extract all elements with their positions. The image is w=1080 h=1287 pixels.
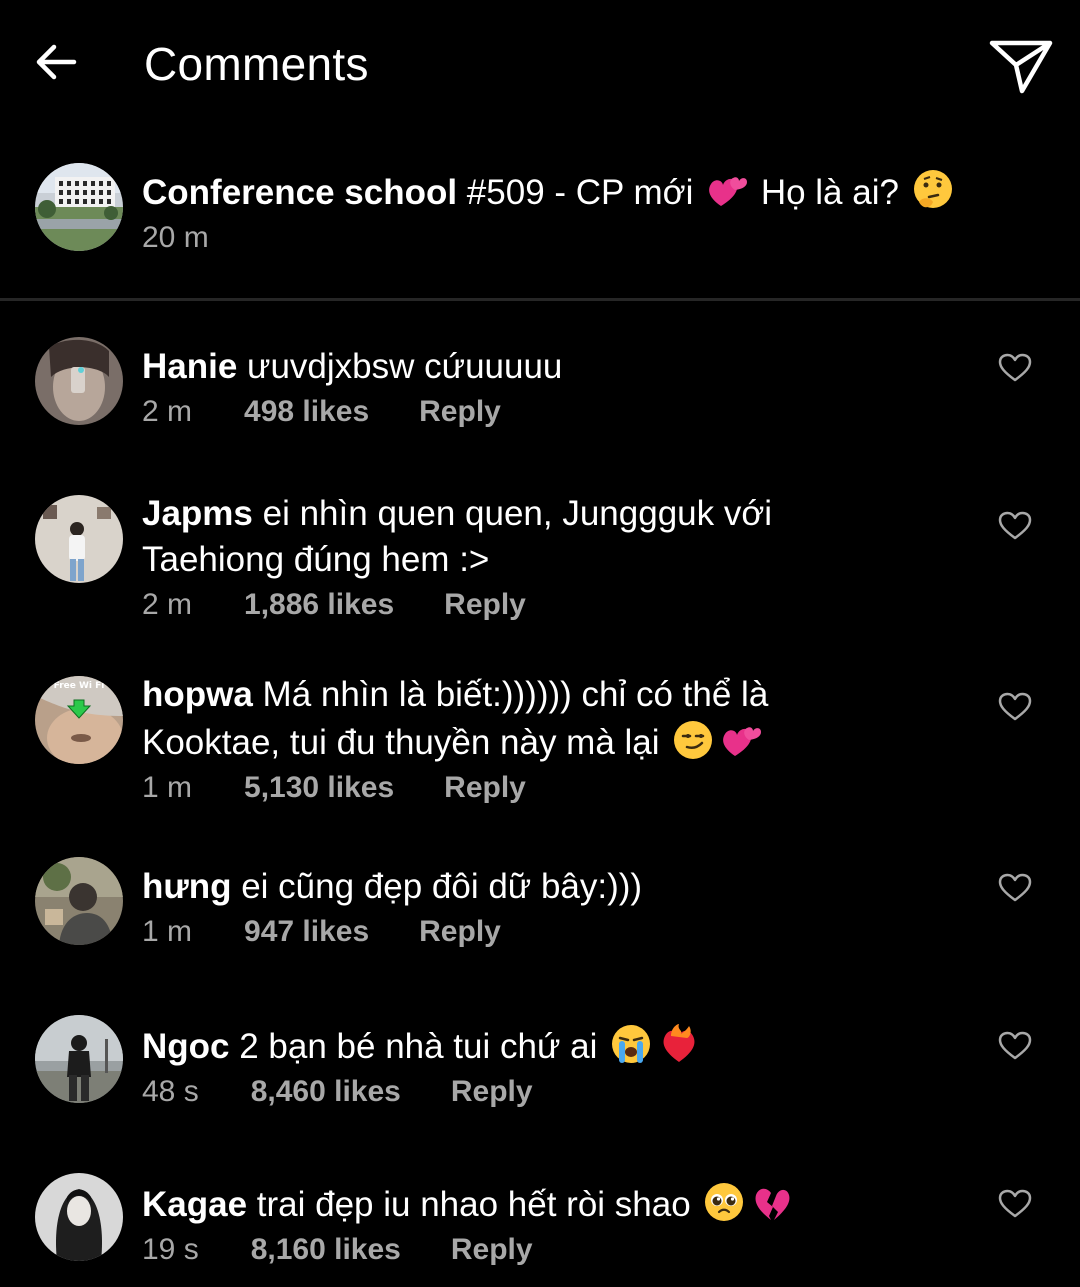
caption-text-part2: Họ là ai? — [751, 173, 909, 212]
heart-icon[interactable] — [998, 511, 1032, 541]
reply-button[interactable]: Reply — [444, 585, 526, 625]
loudly-crying-face-emoji — [612, 1025, 651, 1063]
comment-text: hưng ei cũng đẹp đôi dữ bây:))) — [142, 864, 972, 910]
reply-button[interactable]: Reply — [451, 1072, 533, 1112]
comment-body: 2 bạn bé nhà tui chứ ai — [229, 1027, 608, 1066]
comment-likes[interactable]: 947 likes — [244, 912, 369, 952]
comment-meta: 1 m 5,130 likes Reply — [142, 768, 972, 808]
two-hearts-emoji — [723, 727, 762, 756]
pleading-face-emoji — [705, 1183, 744, 1221]
comment-likes[interactable]: 1,886 likes — [244, 585, 394, 625]
comment-likes[interactable]: 8,460 likes — [251, 1072, 401, 1112]
comment-text: Kagae trai đẹp iu nhao hết ròi shao — [142, 1180, 972, 1228]
reply-button[interactable]: Reply — [419, 912, 501, 952]
thinking-face-emoji — [913, 170, 952, 208]
comment-text: Ngoc 2 bạn bé nhà tui chứ ai — [142, 1022, 972, 1070]
comment-meta: 19 s 8,160 likes Reply — [142, 1230, 972, 1270]
avatar[interactable] — [35, 1173, 123, 1261]
heart-icon[interactable] — [998, 1031, 1032, 1061]
comment-time: 19 s — [142, 1233, 199, 1266]
avatar[interactable] — [35, 337, 123, 425]
broken-heart-emoji — [755, 1188, 790, 1220]
avatar-text: Free Wi Fi — [54, 681, 105, 691]
comment-meta: 48 s 8,460 likes Reply — [142, 1072, 972, 1112]
caption-username[interactable]: Conference school — [142, 173, 457, 212]
paper-plane-icon — [989, 40, 1053, 94]
header-bar: Comments — [0, 0, 1080, 130]
comment-meta: 2 m 1,886 likes Reply — [142, 585, 972, 625]
avatar[interactable] — [35, 857, 123, 945]
arrow-left-icon — [36, 44, 77, 80]
comment-likes[interactable]: 5,130 likes — [244, 768, 394, 808]
caption-avatar[interactable] — [35, 163, 123, 251]
smirking-face-emoji — [674, 721, 713, 759]
caption-time: 20 m — [142, 221, 209, 254]
comment-meta: 1 m 947 likes Reply — [142, 912, 972, 952]
comment-username[interactable]: Japms — [142, 494, 253, 533]
comment-body: ei cũng đẹp đôi dữ bây:))) — [231, 867, 643, 906]
comment-likes[interactable]: 498 likes — [244, 392, 369, 432]
avatar[interactable] — [35, 1015, 123, 1103]
heart-icon[interactable] — [998, 692, 1032, 722]
comment-username[interactable]: hưng — [142, 867, 231, 906]
comment-text: Japms ei nhìn quen quen, Junggguk với Ta… — [142, 491, 972, 583]
comment-username[interactable]: Kagae — [142, 1185, 247, 1224]
caption-text-column: Conference school #509 - CP mới Họ là ai… — [142, 168, 972, 258]
caption-text: Conference school #509 - CP mới Họ là ai… — [142, 168, 972, 216]
comment-time: 2 m — [142, 588, 193, 621]
comment-text: hopwa Má nhìn là biết:)))))) chỉ có thể … — [142, 672, 972, 766]
caption-text-part1: #509 - CP mới — [457, 173, 704, 212]
reply-button[interactable]: Reply — [451, 1230, 533, 1270]
page-title: Comments — [144, 38, 369, 90]
comment-body: trai đẹp iu nhao hết ròi shao — [247, 1185, 701, 1224]
heart-icon[interactable] — [998, 873, 1032, 903]
comment-time: 1 m — [142, 771, 193, 804]
post-caption: Conference school #509 - CP mới Họ là ai… — [0, 160, 1080, 270]
comment-body: ưuvdjxbsw cứuuuuu — [237, 347, 563, 386]
two-hearts-emoji — [709, 177, 748, 206]
reply-button[interactable]: Reply — [419, 392, 501, 432]
comment-username[interactable]: hopwa — [142, 675, 253, 714]
comment-time: 1 m — [142, 915, 193, 948]
avatar[interactable]: Free Wi Fi — [35, 676, 123, 764]
back-button[interactable] — [28, 34, 84, 90]
reply-button[interactable]: Reply — [444, 768, 526, 808]
heart-icon[interactable] — [998, 353, 1032, 383]
share-button[interactable] — [984, 30, 1058, 100]
comment-time: 48 s — [142, 1075, 199, 1108]
caption-meta: 20 m — [142, 218, 972, 258]
comment-username[interactable]: Hanie — [142, 347, 237, 386]
comment-time: 2 m — [142, 395, 193, 428]
comment-username[interactable]: Ngoc — [142, 1027, 230, 1066]
avatar[interactable] — [35, 495, 123, 583]
heart-icon[interactable] — [998, 1189, 1032, 1219]
divider — [0, 298, 1080, 301]
comment-meta: 2 m 498 likes Reply — [142, 392, 972, 432]
heart-on-fire-emoji — [663, 1024, 695, 1062]
comment-text: Hanie ưuvdjxbsw cứuuuuu — [142, 344, 972, 390]
comment-likes[interactable]: 8,160 likes — [251, 1230, 401, 1270]
